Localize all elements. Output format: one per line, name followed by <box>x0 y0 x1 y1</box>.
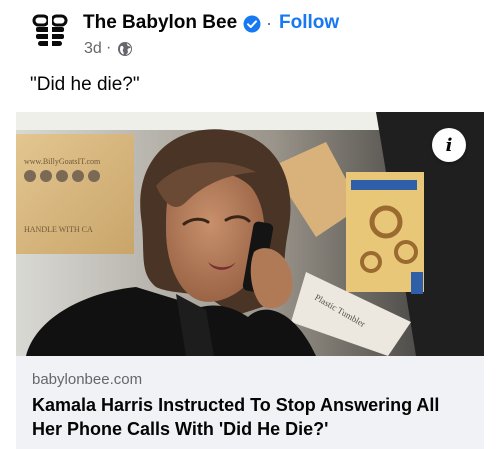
link-headline[interactable]: Kamala Harris Instructed To Stop Answeri… <box>32 393 472 441</box>
box-print-website: www.BillyGoatsIT.com <box>24 157 101 166</box>
facebook-post: The Babylon Bee · Follow 3d · "Did he di… <box>0 0 500 449</box>
link-domain: babylonbee.com <box>32 371 143 388</box>
separator-dot: · <box>266 13 272 33</box>
page-name-link[interactable]: The Babylon Bee <box>83 12 237 34</box>
verified-badge-icon <box>243 15 261 33</box>
post-timestamp[interactable]: 3d <box>84 40 102 58</box>
info-button[interactable]: i <box>432 128 466 162</box>
link-preview-card[interactable]: babylonbee.com Kamala Harris Instructed … <box>16 356 484 449</box>
post-caption: "Did he die?" <box>30 74 140 95</box>
box-print-handle: HANDLE WITH CA <box>24 225 93 234</box>
follow-button[interactable]: Follow <box>279 12 339 34</box>
babylon-bee-logo[interactable] <box>31 11 69 49</box>
info-icon: i <box>445 134 453 156</box>
timestamp-separator: · <box>106 39 112 56</box>
article-photo[interactable]: www.BillyGoatsIT.com HANDLE WITH CA Plas… <box>16 112 484 356</box>
cardboard-box-left <box>16 134 134 254</box>
globe-icon[interactable] <box>117 41 133 57</box>
